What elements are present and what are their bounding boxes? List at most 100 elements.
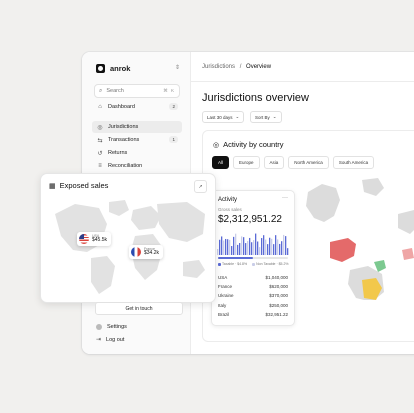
list-item[interactable]: France $620,000 (218, 284, 288, 293)
logout-icon: ⇥ (96, 337, 102, 343)
sidebar-item-label: Returns (108, 150, 128, 156)
tab-north-america[interactable]: North America (288, 156, 329, 169)
country-value: $620,000 (269, 284, 288, 290)
gross-sales-label: Gross sales (218, 207, 242, 212)
usa-shape (330, 238, 356, 262)
europe-shape (131, 206, 161, 230)
card-title-text: Exposed sales (59, 181, 109, 190)
asia-shape (157, 202, 205, 242)
breadcrumb-separator: / (239, 64, 242, 70)
europe-highlight-shape (402, 248, 414, 260)
date-range-filter[interactable]: Last 30 days ⌄ (202, 111, 245, 123)
australia-shape (183, 260, 205, 278)
tab-europe[interactable]: Europe (233, 156, 260, 169)
pin-value: $45.5k (92, 237, 108, 244)
country-name: Brazil (218, 311, 230, 317)
legend-swatch (218, 262, 221, 266)
tab-asia[interactable]: Asia (263, 156, 285, 169)
sidebar-item-logout[interactable]: ⇥ Log out (96, 336, 124, 344)
tab-all[interactable]: All (212, 156, 230, 169)
activity-bar (269, 237, 271, 255)
activity-bar (267, 244, 269, 255)
workspace-toggle-icon[interactable]: ⇕ (175, 64, 180, 71)
settings-label: Settings (107, 324, 127, 330)
usa-flag-icon (79, 234, 89, 244)
activity-bar (245, 243, 247, 255)
sidebar-item-returns[interactable]: ↺ Returns (92, 147, 182, 159)
gear-icon (96, 324, 102, 330)
north-america-shape (306, 184, 340, 222)
greenland-shape (109, 200, 129, 216)
search-placeholder: Search (106, 88, 124, 94)
sort-by-filter[interactable]: Sort By ⌄ (250, 111, 282, 123)
count-badge: 2 (169, 103, 178, 110)
activity-bar (249, 237, 251, 255)
activity-bar (251, 242, 253, 255)
taxable-progress (218, 257, 288, 259)
search-input[interactable]: ⌕ Search ⌘ K (94, 84, 180, 98)
legend-taxable: Taxable · $4.8% (218, 262, 247, 266)
list-item[interactable]: USA $1,040,000 (218, 275, 288, 284)
activity-bar (221, 236, 223, 255)
activity-bar (261, 238, 263, 255)
sidebar-item-dashboard[interactable]: ⌂ Dashboard 2 (92, 101, 182, 113)
list-item[interactable]: Italy $250,000 (218, 303, 288, 312)
france-sales-pin[interactable]: France $34.2k (129, 245, 164, 259)
list-item[interactable]: Brazil $32,951.22 (218, 312, 288, 321)
sidebar-item-label: Jurisdictions (108, 124, 139, 130)
activity-bar (231, 246, 233, 255)
activity-title: Activity (218, 197, 238, 203)
activity-bar (279, 243, 281, 255)
activity-bar (225, 238, 227, 255)
activity-bar (275, 235, 277, 255)
breadcrumb-parent[interactable]: Jurisdictions (202, 64, 235, 70)
usa-sales-pin[interactable]: USA $45.5k (77, 232, 112, 246)
sidebar-item-label: Dashboard (108, 104, 135, 110)
activity-bar (283, 234, 285, 255)
expand-icon[interactable]: ↗ (194, 180, 207, 193)
south-america-shape (91, 256, 115, 294)
chevron-down-icon: ⌄ (235, 114, 240, 119)
sidebar-item-transactions[interactable]: ⇆ Transactions 1 (92, 134, 182, 146)
activity-bar (273, 244, 275, 255)
exposed-sales-map (55, 200, 205, 294)
activity-bar (237, 244, 239, 255)
activity-bar (265, 239, 267, 255)
pin-value: $34.2k (144, 250, 160, 257)
green-country-shape (374, 260, 386, 272)
globe-icon: ◎ (213, 141, 220, 149)
chevron-down-icon: ⌄ (272, 114, 277, 119)
gross-sales-amount: $2,312,951.22 (218, 214, 282, 225)
country-list: USA $1,040,000 France $620,000 Ukraine $370… (218, 275, 288, 321)
sidebar-item-label: Reconciliation (108, 163, 143, 169)
activity-bar (255, 233, 257, 255)
sidebar-item-reconciliation[interactable]: ≡ Reconciliation (92, 160, 182, 172)
sidebar-item-label: Transactions (108, 137, 140, 143)
activity-bar (235, 233, 237, 255)
activity-bar (277, 239, 279, 255)
region-tabs: All Europe Asia North America South Amer… (212, 156, 375, 169)
activity-bar (219, 239, 221, 255)
list-item[interactable]: Ukraine $370,000 (218, 293, 288, 302)
tab-south-america[interactable]: South America (332, 156, 375, 169)
country-value: $370,000 (269, 293, 288, 299)
brand-logo-icon (96, 64, 105, 73)
more-icon[interactable]: ··· (282, 195, 288, 201)
brand[interactable]: anrok (96, 64, 130, 73)
exposed-sales-title: ▦ Exposed sales (49, 181, 108, 190)
activity-bar (287, 248, 289, 255)
activity-legend: Taxable · $4.8% Non Taxable · $5.2% (218, 262, 289, 266)
activity-bar (257, 241, 259, 255)
activity-bar (241, 236, 243, 255)
sidebar-item-settings[interactable]: Settings (96, 324, 127, 330)
activity-bar-chart (217, 233, 289, 255)
exposed-sales-card: ▦ Exposed sales ↗ USA $45.5k France $34.… (40, 173, 216, 303)
breadcrumb-current: Overview (246, 64, 272, 70)
country-name: USA (218, 275, 228, 280)
country-value: $32,951.22 (265, 311, 288, 317)
sidebar-item-jurisdictions[interactable]: ◎ Jurisdictions (92, 121, 182, 133)
europe-shape (398, 210, 414, 234)
activity-bar (259, 247, 261, 255)
legend-non-taxable: Non Taxable · $5.2% (252, 262, 289, 266)
get-in-touch-button[interactable]: Get in touch (95, 302, 183, 315)
